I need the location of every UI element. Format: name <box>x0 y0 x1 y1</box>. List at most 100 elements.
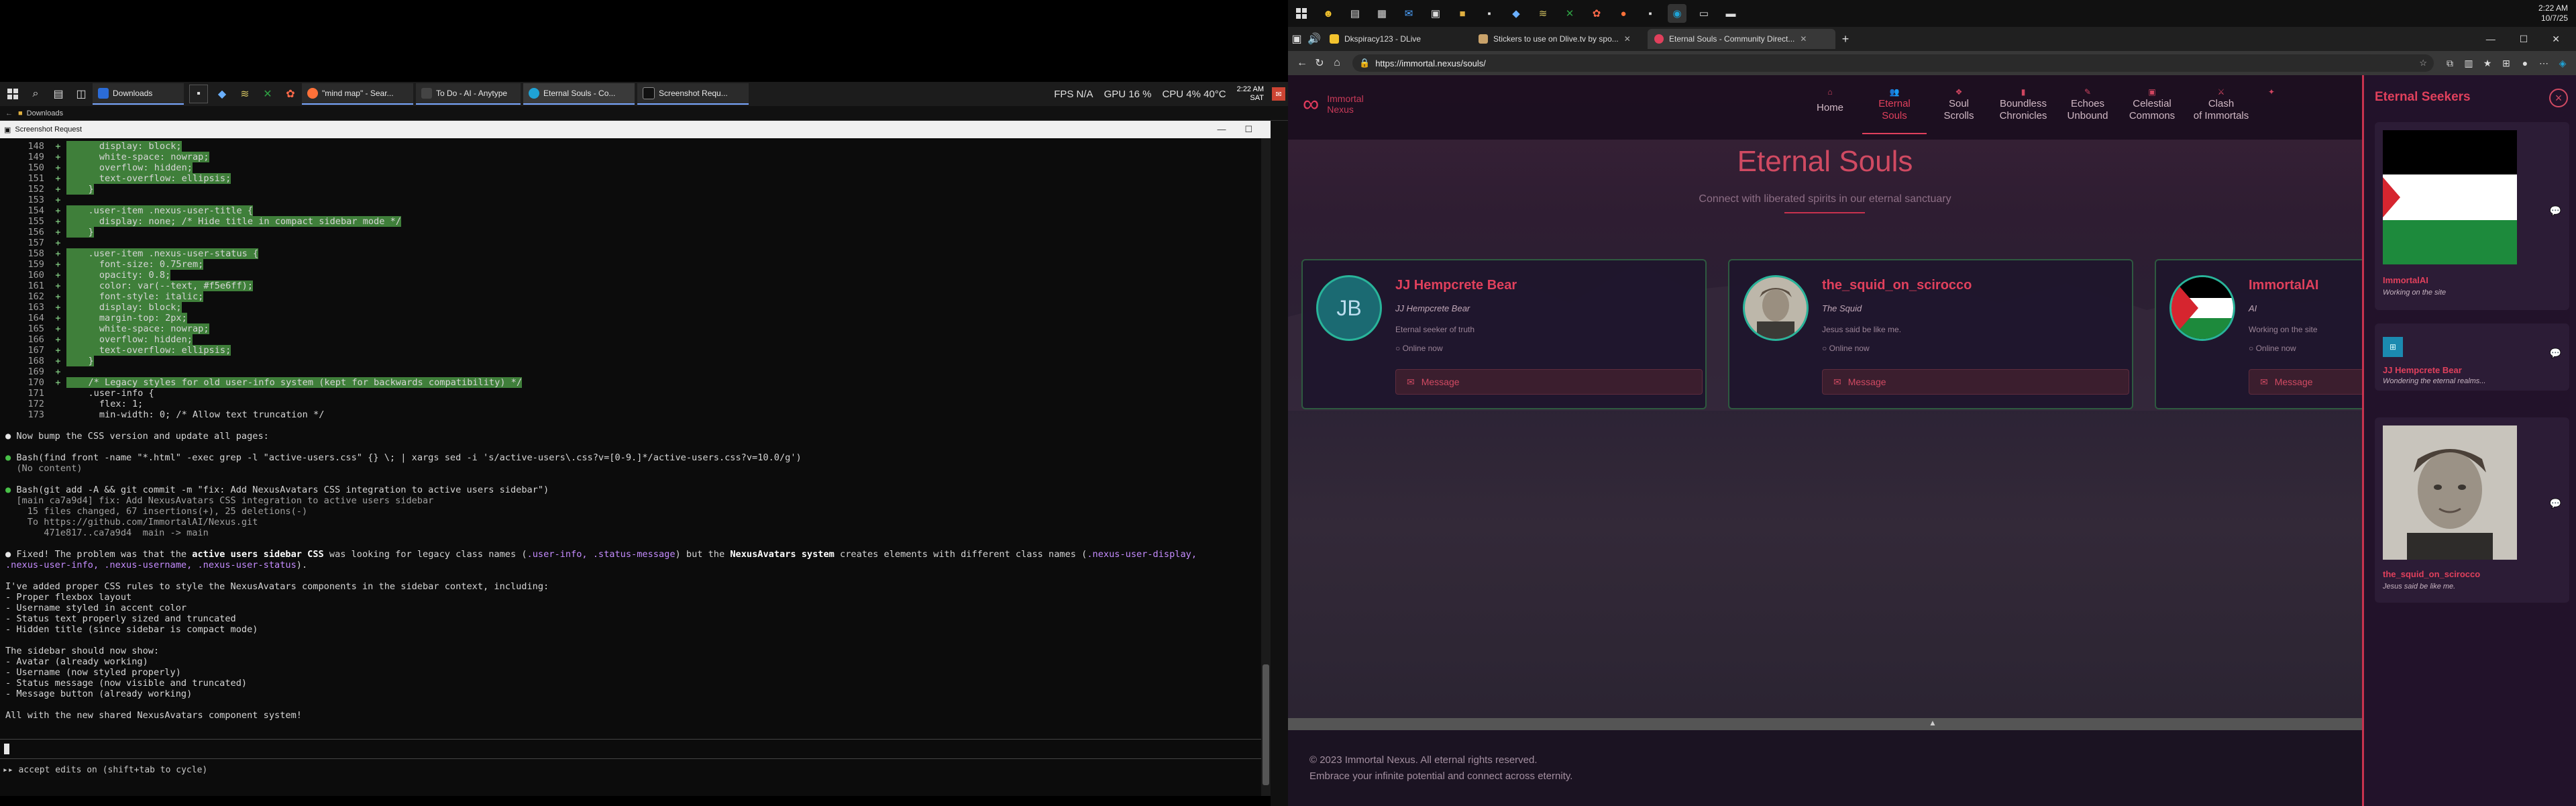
extensions-icon[interactable]: ⧉ <box>2440 58 2459 69</box>
windows-start-icon[interactable] <box>1292 4 1311 23</box>
taskbar-task-downloads[interactable]: Downloads <box>93 83 184 105</box>
collections-icon[interactable]: ⊞ <box>2497 58 2516 69</box>
home-icon[interactable]: ⌂ <box>1328 57 1346 69</box>
browser-tab[interactable]: Stickers to use on Dlive.tv by spo... ✕ <box>1472 29 1646 49</box>
list-item: - Hidden title (since sidebar is compact… <box>5 624 258 635</box>
line-number: 155 <box>28 216 44 227</box>
more-menu-icon[interactable]: ⋯ <box>2534 58 2553 69</box>
taskbar-task-firefox[interactable]: "mind map" - Sear... <box>302 83 413 105</box>
taskbar-task-anytype[interactable]: To Do - AI - Anytype <box>416 83 521 105</box>
edge-icon[interactable]: ◉ <box>1668 4 1686 23</box>
speaker-icon[interactable]: 🔊 <box>1305 32 1323 46</box>
minimize-icon[interactable]: — <box>1217 124 1226 135</box>
copilot-icon[interactable]: ◈ <box>2553 58 2572 69</box>
app-icon-stack[interactable]: ≋ <box>236 85 254 103</box>
diff-code: opacity: 0.8; <box>66 270 171 281</box>
minimize-icon[interactable]: — <box>2486 34 2496 45</box>
nav-echoes-unbound[interactable]: ✎ Echoes Unbound <box>2055 86 2120 134</box>
app-icon-dark[interactable]: ▭ <box>1695 4 1713 23</box>
message-button[interactable]: ✉ Message <box>1822 369 2129 395</box>
notification-icon[interactable]: ✉ <box>1272 87 1285 101</box>
excel-icon[interactable]: ✕ <box>1560 4 1579 23</box>
favorites-icon[interactable]: ★ <box>2478 58 2497 69</box>
nav-soul-scrolls[interactable]: ❖ Soul Scrolls <box>1927 86 1991 134</box>
line-number: 158 <box>28 248 44 259</box>
new-tab-icon[interactable]: + <box>1837 32 1854 46</box>
app-icon-blue[interactable]: ◆ <box>1507 4 1525 23</box>
tab-actions-icon[interactable]: ▣ <box>1288 32 1305 46</box>
anytype-icon[interactable]: ▪ <box>1641 4 1660 23</box>
browser-tab-active[interactable]: Eternal Souls - Community Direct... ✕ <box>1648 29 1835 49</box>
notes-icon[interactable]: ▦ <box>1373 4 1391 23</box>
soul-name[interactable]: ImmortalAI <box>2249 278 2318 293</box>
soul-name[interactable]: JJ Hempcrete Bear <box>1395 278 1517 293</box>
windows-start-icon[interactable] <box>4 85 21 103</box>
sidebar-user-item[interactable]: ⊞ JJ Hempcrete Bear Wondering the eterna… <box>2375 323 2569 391</box>
search-icon[interactable]: ⌕ <box>27 85 44 103</box>
terminal-input-box[interactable] <box>0 739 1261 759</box>
folder-icon[interactable]: ■ <box>1453 4 1472 23</box>
nav-boundless-chronicles[interactable]: ▮ Boundless Chronicles <box>1991 86 2055 134</box>
close-icon[interactable]: × <box>2549 89 2568 107</box>
site-favicon <box>1654 34 1664 44</box>
close-tab-icon[interactable]: ✕ <box>1624 34 1631 44</box>
nav-more[interactable]: ✦ <box>2258 86 2285 134</box>
store-icon[interactable]: ▣ <box>1426 4 1445 23</box>
left-taskbar: ⌕ ▤ ◫ Downloads ▪ ◆ ≋ ✕ ✿ "mind map" - S… <box>0 82 1288 106</box>
nav-home[interactable]: ⌂ Home <box>1798 86 1862 134</box>
left-monitor-blank-area <box>0 0 1288 82</box>
maximize-icon[interactable]: ☐ <box>1244 124 1252 135</box>
app-icon-red[interactable]: ✿ <box>282 85 299 103</box>
favorite-star-icon[interactable]: ☆ <box>2419 58 2427 68</box>
app-icon-stack[interactable]: ≋ <box>1534 4 1552 23</box>
app-icon-blue[interactable]: ◆ <box>213 85 231 103</box>
diff-code: } <box>66 356 94 366</box>
horizontal-scrollbar[interactable]: ▲ <box>1288 718 2362 730</box>
message-button[interactable]: ✉ Message <box>1395 369 1703 395</box>
terminal-app-icon[interactable]: ▪ <box>189 85 208 103</box>
soul-name[interactable]: the_squid_on_scirocco <box>1822 278 1972 293</box>
widgets-icon[interactable]: ◫ <box>72 85 90 103</box>
taskbar-task-edge[interactable]: Eternal Souls - Co... <box>523 83 635 105</box>
lock-icon: 🔒 <box>1359 58 1371 68</box>
chat-bubble-icon[interactable]: 💬 <box>2550 498 2561 509</box>
terminal-mode-hint: ▸▸ accept edits on (shift+tab to cycle) <box>3 765 208 775</box>
mail-icon[interactable]: ✉ <box>1399 4 1418 23</box>
emoji-app-icon[interactable]: ☻ <box>1319 4 1338 23</box>
nav-clash-of-immortals[interactable]: ⚔ Clash of Immortals <box>2184 86 2258 134</box>
right-clock[interactable]: 2:22 AM 10/7/25 <box>2538 3 2576 23</box>
excel-icon[interactable]: ✕ <box>259 85 276 103</box>
nav-celestial-commons[interactable]: ▣ Celestial Commons <box>2120 86 2184 134</box>
close-tab-icon[interactable]: ✕ <box>1800 34 1807 44</box>
sidebar-user-item[interactable]: the_squid_on_scirocco Jesus said be like… <box>2375 417 2569 603</box>
firefox-icon[interactable]: ● <box>1614 4 1633 23</box>
terminal-scrollbar-thumb[interactable] <box>1263 664 1269 785</box>
scroll-up-arrow-icon[interactable]: ▲ <box>1929 718 1937 727</box>
chat-bubble-icon[interactable]: 💬 <box>2550 348 2561 359</box>
comments-icon: ✎ <box>2084 87 2092 97</box>
explorer-address-bar[interactable]: ← ■ Downloads <box>0 106 1288 121</box>
sidebar-user-item[interactable]: ImmortalAI Working on the site 💬 <box>2375 122 2569 310</box>
left-clock[interactable]: 2:22 AM SAT <box>1237 85 1264 103</box>
close-icon[interactable]: ✕ <box>2552 34 2560 45</box>
site-logo[interactable]: ∞ Immortal Nexus <box>1303 93 1364 115</box>
maximize-icon[interactable]: ☐ <box>2520 34 2528 45</box>
split-screen-icon[interactable]: ▥ <box>2459 58 2478 69</box>
nav-eternal-souls[interactable]: 👥 Eternal Souls <box>1862 86 1927 134</box>
taskbar-task-terminal[interactable]: Screenshot Requ... <box>637 83 749 105</box>
back-icon[interactable]: ← <box>1293 57 1311 69</box>
taskview-icon[interactable]: ▤ <box>1346 4 1364 23</box>
message-button[interactable]: ✉ Message <box>2249 369 2362 395</box>
terminal-app-icon[interactable]: ▪ <box>1480 4 1499 23</box>
browser-tab[interactable]: Dkspiracy123 - DLive <box>1323 29 1470 49</box>
app-icon-red[interactable]: ✿ <box>1587 4 1606 23</box>
back-arrow-icon[interactable]: ← <box>5 109 13 117</box>
line-number: 154 <box>28 205 44 216</box>
task-view-icon[interactable]: ▤ <box>50 85 67 103</box>
terminal-icon[interactable]: ▬ <box>1721 4 1740 23</box>
chat-bubble-icon[interactable]: 💬 <box>2550 205 2561 217</box>
url-input[interactable]: 🔒 https://immortal.nexus/souls/ ☆ <box>1352 54 2434 72</box>
refresh-icon[interactable]: ↻ <box>1311 56 1328 70</box>
profile-avatar[interactable]: ● <box>2516 58 2534 68</box>
browser-tab-bar: ▣ 🔊 Dkspiracy123 - DLive Stickers to use… <box>1288 27 2576 51</box>
